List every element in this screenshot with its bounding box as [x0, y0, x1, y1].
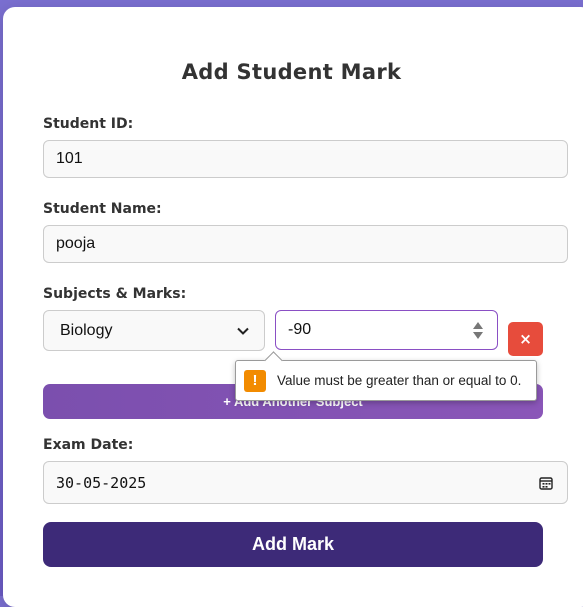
calendar-icon[interactable]: [539, 476, 553, 490]
validation-message: Value must be greater than or equal to 0…: [277, 373, 522, 388]
student-name-label: Student Name:: [43, 201, 162, 217]
exam-date-value: 30-05-2025: [56, 473, 147, 492]
student-name-value: pooja: [56, 235, 96, 252]
number-spinner[interactable]: [473, 321, 483, 339]
spin-down-icon[interactable]: [473, 331, 483, 339]
chevron-down-icon: [237, 327, 249, 335]
student-id-input[interactable]: 101: [43, 140, 568, 178]
student-id-label: Student ID:: [43, 116, 134, 132]
mark-input[interactable]: -90: [275, 310, 498, 350]
subject-select[interactable]: Biology: [43, 310, 265, 351]
form-card: [3, 7, 583, 607]
exam-date-label: Exam Date:: [43, 437, 134, 453]
student-id-value: 101: [56, 150, 83, 167]
add-mark-button[interactable]: Add Mark: [43, 522, 543, 567]
close-icon: ×: [519, 330, 532, 348]
page-title: Add Student Mark: [181, 60, 402, 84]
exam-date-input[interactable]: 30-05-2025: [43, 461, 568, 504]
warning-icon: !: [244, 369, 266, 392]
student-name-input[interactable]: pooja: [43, 225, 568, 263]
validation-tooltip: ! Value must be greater than or equal to…: [235, 351, 537, 401]
mark-value: -90: [288, 321, 312, 338]
spin-up-icon[interactable]: [473, 321, 483, 329]
subject-select-value: Biology: [60, 321, 113, 339]
remove-subject-button[interactable]: ×: [508, 322, 543, 356]
subjects-label: Subjects & Marks:: [43, 286, 187, 302]
